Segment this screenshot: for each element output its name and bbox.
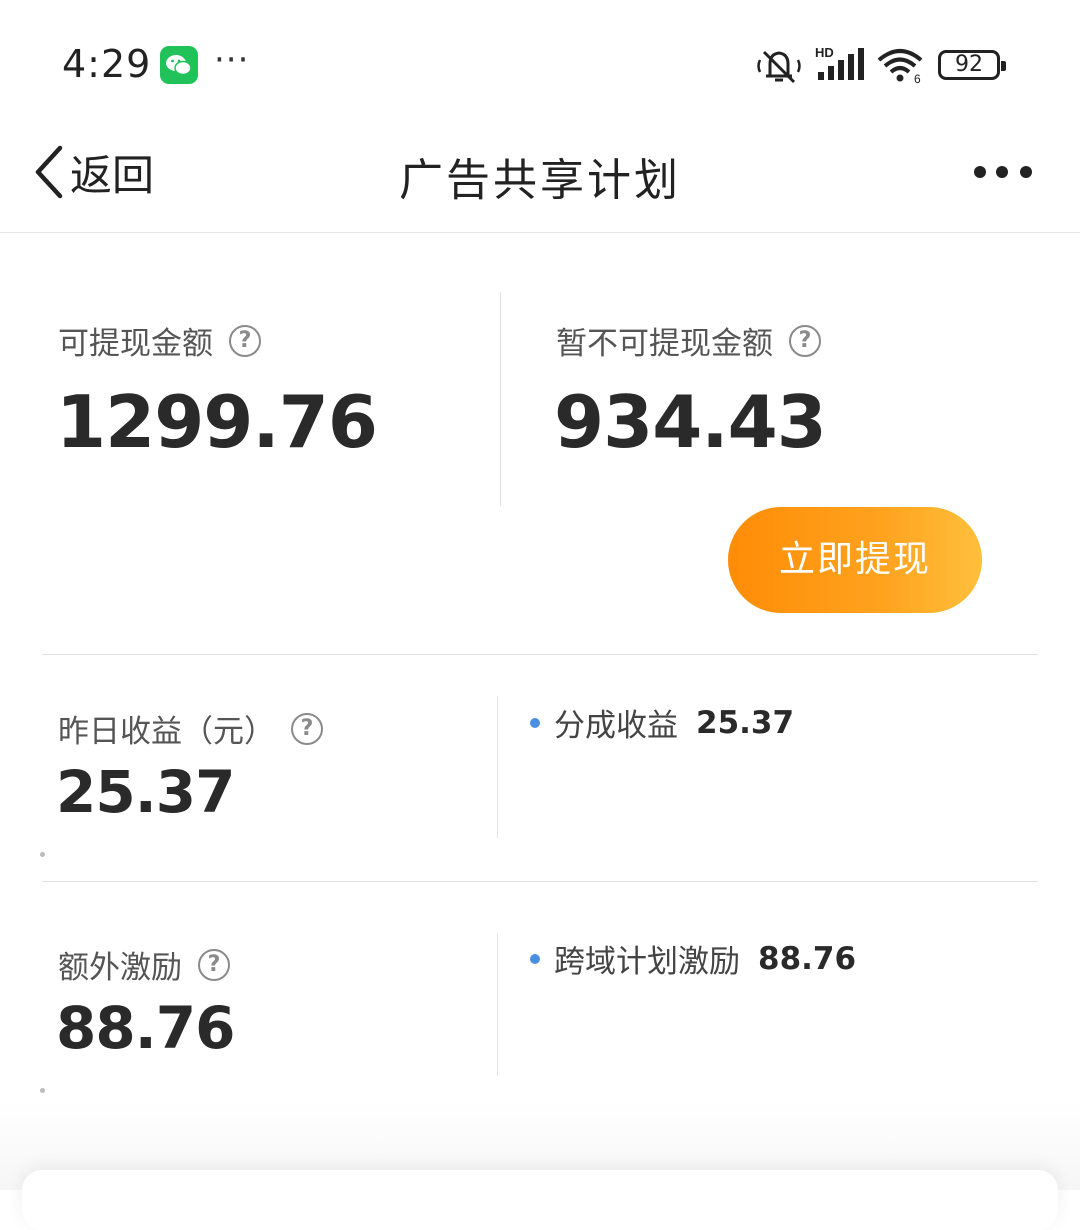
indicator-dot bbox=[40, 1088, 45, 1093]
status-bar: 4:29 ··· HD 6 92 bbox=[0, 0, 1080, 120]
cross-domain-value: 88.76 bbox=[758, 940, 857, 977]
nav-bar: 返回 广告共享计划 bbox=[0, 120, 1080, 233]
pending-label-row: 暂不可提现金额 ? bbox=[556, 318, 821, 363]
bullet-dot bbox=[530, 717, 540, 728]
section-divider bbox=[42, 654, 1038, 655]
wifi-icon: 6 bbox=[876, 48, 926, 88]
notification-more-icon: ··· bbox=[214, 40, 250, 80]
withdraw-button[interactable]: 立即提现 bbox=[728, 507, 982, 613]
share-income-value: 25.37 bbox=[696, 704, 795, 741]
pending-label: 暂不可提现金额 bbox=[556, 326, 773, 362]
yesterday-amount: 25.37 bbox=[56, 758, 235, 826]
help-icon[interactable]: ? bbox=[291, 712, 323, 745]
extra-divider bbox=[497, 934, 498, 1076]
share-income-detail: 分成收益 25.37 bbox=[530, 700, 794, 745]
extra-label: 额外激励 bbox=[58, 950, 182, 986]
mute-icon bbox=[756, 48, 802, 88]
cross-domain-label: 跨域计划激励 bbox=[554, 944, 740, 980]
indicator-dot bbox=[40, 852, 45, 857]
yesterday-label: 昨日收益（元） bbox=[58, 714, 275, 750]
battery-icon: 92 bbox=[938, 50, 1006, 80]
bullet-dot bbox=[530, 953, 540, 964]
yesterday-label-row: 昨日收益（元） ? bbox=[58, 706, 323, 751]
hd-signal-icon: HD bbox=[814, 44, 866, 86]
section-divider bbox=[42, 881, 1038, 882]
bottom-card bbox=[22, 1170, 1058, 1230]
help-icon[interactable]: ? bbox=[229, 324, 261, 357]
extra-amount: 88.76 bbox=[56, 994, 235, 1062]
more-button[interactable] bbox=[970, 152, 1038, 192]
battery-level: 92 bbox=[955, 52, 983, 77]
balance-divider bbox=[500, 292, 501, 506]
share-income-label: 分成收益 bbox=[554, 708, 678, 744]
svg-text:6: 6 bbox=[914, 72, 921, 84]
extra-label-row: 额外激励 ? bbox=[58, 942, 230, 987]
cross-domain-detail: 跨域计划激励 88.76 bbox=[530, 936, 856, 981]
withdrawable-label: 可提现金额 bbox=[58, 326, 213, 362]
withdrawable-label-row: 可提现金额 ? bbox=[58, 318, 261, 363]
status-time: 4:29 bbox=[62, 42, 152, 86]
yesterday-divider bbox=[497, 696, 498, 838]
wechat-icon bbox=[160, 46, 198, 84]
pending-amount: 934.43 bbox=[554, 380, 827, 464]
page-title: 广告共享计划 bbox=[399, 155, 681, 206]
withdrawable-amount: 1299.76 bbox=[56, 380, 378, 464]
svg-text:HD: HD bbox=[815, 45, 834, 60]
help-icon[interactable]: ? bbox=[789, 324, 821, 357]
help-icon[interactable]: ? bbox=[198, 948, 230, 981]
